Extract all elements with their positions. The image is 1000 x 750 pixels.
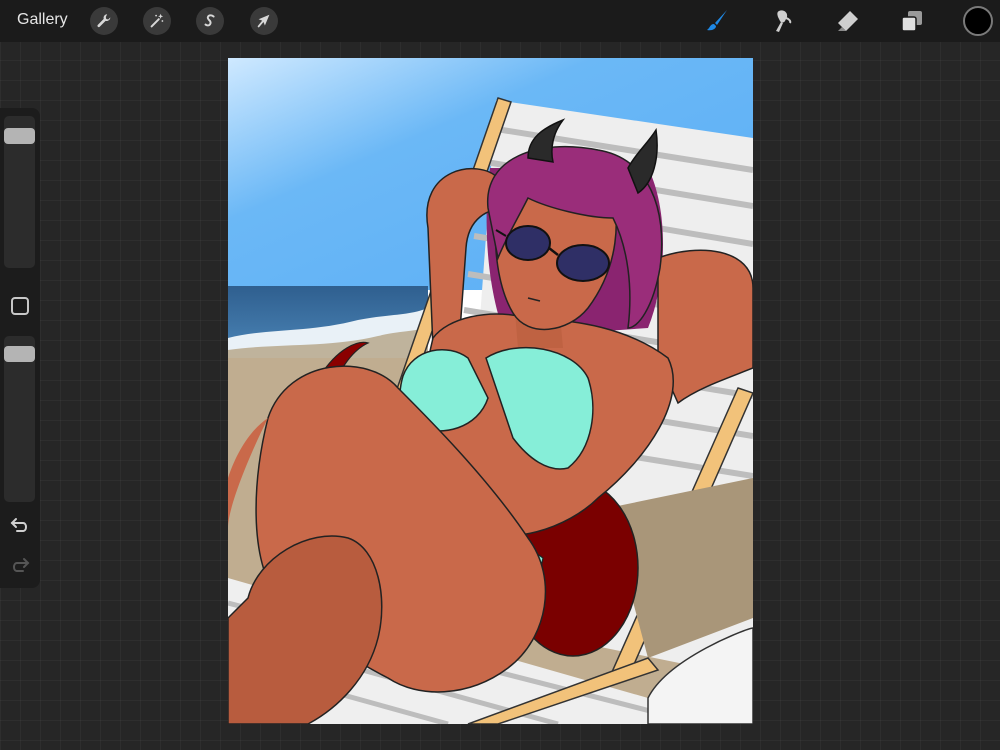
- adjustments-button[interactable]: [143, 7, 171, 35]
- undo-button[interactable]: [9, 515, 31, 535]
- wrench-icon: [97, 14, 111, 28]
- top-toolbar: Gallery: [0, 0, 1000, 42]
- opacity-thumb[interactable]: [4, 346, 35, 362]
- selection-s-icon: [204, 14, 215, 27]
- transform-button[interactable]: [250, 7, 278, 35]
- magic-wand-icon: [150, 13, 164, 28]
- selection-button[interactable]: [196, 7, 224, 35]
- smudge-button[interactable]: [769, 8, 795, 34]
- gallery-button[interactable]: Gallery: [17, 11, 68, 29]
- eraser-icon: [838, 11, 858, 31]
- brush-button[interactable]: [704, 8, 730, 34]
- layers-button[interactable]: [899, 8, 925, 34]
- layers-icon: [901, 11, 922, 32]
- beach-illustration: [228, 58, 753, 724]
- drawing-canvas[interactable]: [228, 58, 753, 724]
- arrow-cursor-icon: [257, 14, 270, 28]
- brush-size-thumb[interactable]: [4, 128, 35, 144]
- modify-square-icon[interactable]: [11, 297, 29, 315]
- brush-icon: [707, 10, 727, 31]
- redo-button[interactable]: [9, 555, 31, 575]
- side-toolbar: [0, 108, 40, 588]
- actions-button[interactable]: [90, 7, 118, 35]
- redo-icon: [13, 558, 30, 572]
- eraser-button[interactable]: [834, 8, 860, 34]
- undo-icon: [10, 518, 27, 532]
- color-picker-button[interactable]: [963, 6, 993, 36]
- smudge-icon: [776, 10, 792, 32]
